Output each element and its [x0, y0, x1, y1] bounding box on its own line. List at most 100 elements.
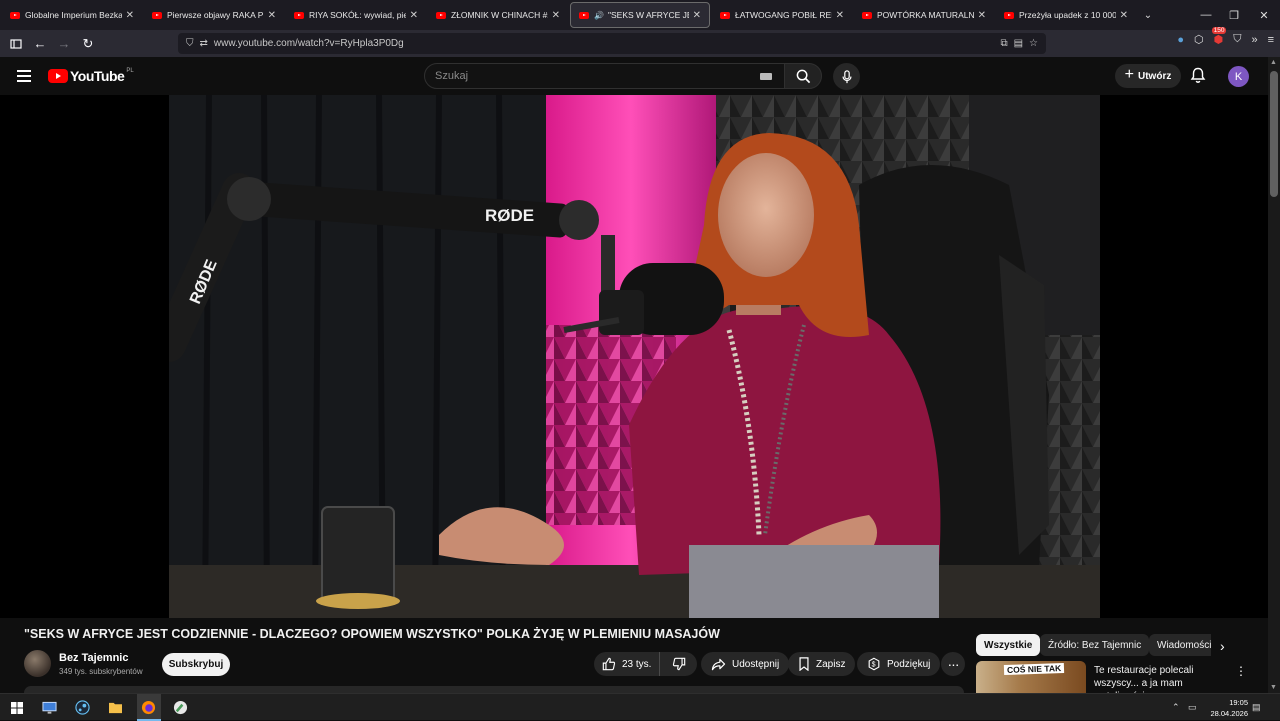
- chip-source[interactable]: Źródło: Bez Tajemnic: [1040, 634, 1150, 656]
- description-box[interactable]: [24, 686, 964, 693]
- dislike-button[interactable]: [660, 657, 697, 671]
- logo-text: YouTube: [70, 68, 125, 84]
- tab-close-icon[interactable]: ✕: [978, 10, 986, 21]
- chip-all[interactable]: Wszystkie: [976, 634, 1041, 656]
- hamburger-menu-icon[interactable]: [17, 70, 31, 82]
- monitor-app-icon[interactable]: [41, 699, 58, 716]
- url-bar[interactable]: ⛉ ⇄ www.youtube.com/watch?v=RyHpla3P0Dg …: [178, 33, 1046, 54]
- reload-button[interactable]: ↻: [76, 32, 100, 56]
- share-button[interactable]: Udostępnij: [701, 652, 790, 676]
- tab-close-icon[interactable]: ✕: [693, 10, 701, 21]
- recommendation-thumbnail[interactable]: COŚ NIE TAK: [976, 661, 1086, 693]
- tab-close-icon[interactable]: ✕: [268, 10, 276, 21]
- recommendation-menu-icon[interactable]: ⋮: [1235, 664, 1247, 678]
- menu-icon[interactable]: ≡: [1268, 34, 1274, 46]
- browser-tab[interactable]: ŁATWOGANG POBIŁ REKORD ✕: [712, 2, 852, 28]
- thanks-label: Podziękuj: [887, 658, 931, 670]
- browser-tab[interactable]: RIYA SOKÓŁ: wywiad, pieniądze ✕: [286, 2, 426, 28]
- super-thanks-icon: $: [868, 657, 880, 671]
- browser-tab[interactable]: Pierwsze objawy RAKA PROSTATY ✕: [144, 2, 284, 28]
- browser-tab[interactable]: POWTÓRKA MATURALNA Z F ✕: [854, 2, 994, 28]
- youtube-favicon-icon: [862, 11, 872, 19]
- country-code: PL: [126, 68, 134, 74]
- firefox-icon[interactable]: [140, 699, 157, 716]
- tab-title: RIYA SOKÓŁ: wywiad, pieniądze: [309, 10, 406, 20]
- browser-tab[interactable]: Przeżyła upadek z 10 000 metrów ✕: [996, 2, 1136, 28]
- reader-view-icon[interactable]: ▤: [1014, 38, 1023, 49]
- youtube-header: YouTube PL Szukaj + Utwórz K: [0, 57, 1268, 95]
- tray-chevron-icon[interactable]: ⌃: [1172, 694, 1180, 721]
- search-button[interactable]: [784, 63, 822, 89]
- app-icon[interactable]: [172, 699, 189, 716]
- video-frame: RØDE RØDE: [169, 95, 1100, 618]
- shield-icon[interactable]: ⛉: [186, 38, 194, 49]
- chip-news[interactable]: Wiadomości: [1149, 634, 1211, 656]
- keyboard-icon[interactable]: [760, 73, 772, 80]
- maximize-button[interactable]: ❐: [1218, 0, 1250, 30]
- shield-extension-icon[interactable]: ⛉: [1233, 33, 1241, 46]
- extensions-icon[interactable]: ⬡: [1194, 33, 1204, 46]
- steam-icon[interactable]: [74, 699, 91, 716]
- tab-close-icon[interactable]: ✕: [410, 10, 418, 21]
- more-actions-icon[interactable]: ···: [941, 652, 965, 676]
- scroll-down-icon[interactable]: ▼: [1270, 684, 1277, 691]
- forward-button[interactable]: →: [52, 32, 76, 56]
- plus-icon: +: [1124, 66, 1134, 83]
- scrollbar-thumb[interactable]: [1270, 71, 1278, 197]
- permissions-icon[interactable]: ⇄: [200, 38, 208, 49]
- subscribe-button[interactable]: Subskrybuj: [162, 653, 230, 676]
- back-button[interactable]: ←: [28, 32, 52, 56]
- youtube-favicon-icon: [720, 11, 730, 19]
- tab-close-icon[interactable]: ✕: [552, 10, 560, 21]
- share-label: Udostępnij: [732, 658, 780, 670]
- tab-close-icon[interactable]: ✕: [126, 10, 134, 21]
- like-count: 23 tys.: [622, 658, 652, 670]
- like-button[interactable]: 23 tys.: [594, 652, 660, 676]
- speaker-icon[interactable]: 🔊: [594, 11, 604, 20]
- voice-search-button[interactable]: [833, 63, 860, 90]
- video-player[interactable]: RØDE RØDE: [169, 95, 1100, 618]
- vpn-extension-icon[interactable]: ●: [1177, 34, 1184, 46]
- channel-avatar[interactable]: [24, 650, 51, 677]
- thanks-button[interactable]: $ Podziękuj: [857, 652, 941, 676]
- create-label: Utwórz: [1138, 70, 1172, 82]
- create-button[interactable]: + Utwórz: [1115, 64, 1181, 88]
- tab-title: Przeżyła upadek z 10 000 metrów: [1019, 10, 1116, 20]
- youtube-favicon-icon: [1004, 11, 1014, 19]
- windows-start-icon[interactable]: [8, 699, 25, 716]
- windows-taskbar: ⌃ ▭ 19:05 28.04.2026 ▤: [0, 693, 1280, 721]
- url-text: www.youtube.com/watch?v=RyHpla3P0Dg: [213, 38, 404, 49]
- browser-tab[interactable]: 🔊"SEKS W AFRYCE JEST CODZIENNIE ✕: [570, 2, 710, 28]
- system-clock[interactable]: 19:05 28.04.2026: [1196, 697, 1248, 719]
- file-explorer-icon[interactable]: [107, 699, 124, 716]
- save-button[interactable]: Zapisz: [788, 652, 856, 676]
- search-input[interactable]: Szukaj: [424, 63, 785, 89]
- page-scrollbar[interactable]: ▲ ▼: [1268, 57, 1280, 693]
- tab-list-dropdown-icon[interactable]: ⌄: [1136, 10, 1160, 21]
- video-title: "SEKS W AFRYCE JEST CODZIENNIE - DLACZEG…: [24, 627, 720, 641]
- adblock-extension-icon[interactable]: ⬢ 150: [1211, 27, 1227, 46]
- tab-title: Pierwsze objawy RAKA PROSTATY: [167, 10, 264, 20]
- thumbs-down-icon: [672, 657, 685, 671]
- scroll-up-icon[interactable]: ▲: [1270, 59, 1277, 66]
- tab-list: Globalne Imperium Bezkarności✕Pierwsze o…: [0, 2, 1136, 28]
- close-window-button[interactable]: ✕: [1248, 0, 1280, 30]
- picture-in-picture-icon[interactable]: ⧉: [1000, 38, 1007, 49]
- mic-brand-text: RØDE: [485, 206, 534, 225]
- tab-close-icon[interactable]: ✕: [836, 10, 844, 21]
- notifications-icon[interactable]: ▤: [1252, 694, 1261, 721]
- search-icon: [796, 69, 810, 83]
- browser-tab[interactable]: Globalne Imperium Bezkarności ✕: [2, 2, 142, 28]
- youtube-logo[interactable]: YouTube PL: [48, 68, 134, 84]
- tab-close-icon[interactable]: ✕: [1120, 10, 1128, 21]
- bookmark-star-icon[interactable]: ☆: [1029, 38, 1038, 49]
- more-tools-icon[interactable]: »: [1251, 34, 1257, 46]
- sidebar-toggle-icon[interactable]: [4, 32, 28, 56]
- channel-name[interactable]: Bez Tajemnic: [59, 652, 129, 664]
- notifications-bell-icon[interactable]: [1190, 67, 1206, 89]
- bookmark-icon: [799, 657, 809, 671]
- chevron-right-icon[interactable]: ›: [1220, 638, 1225, 654]
- browser-tab[interactable]: ZŁOMNIK W CHINACH #2. LU ✕: [428, 2, 568, 28]
- account-avatar[interactable]: K: [1228, 66, 1249, 87]
- thumbnail-caption: COŚ NIE TAK: [1003, 662, 1065, 676]
